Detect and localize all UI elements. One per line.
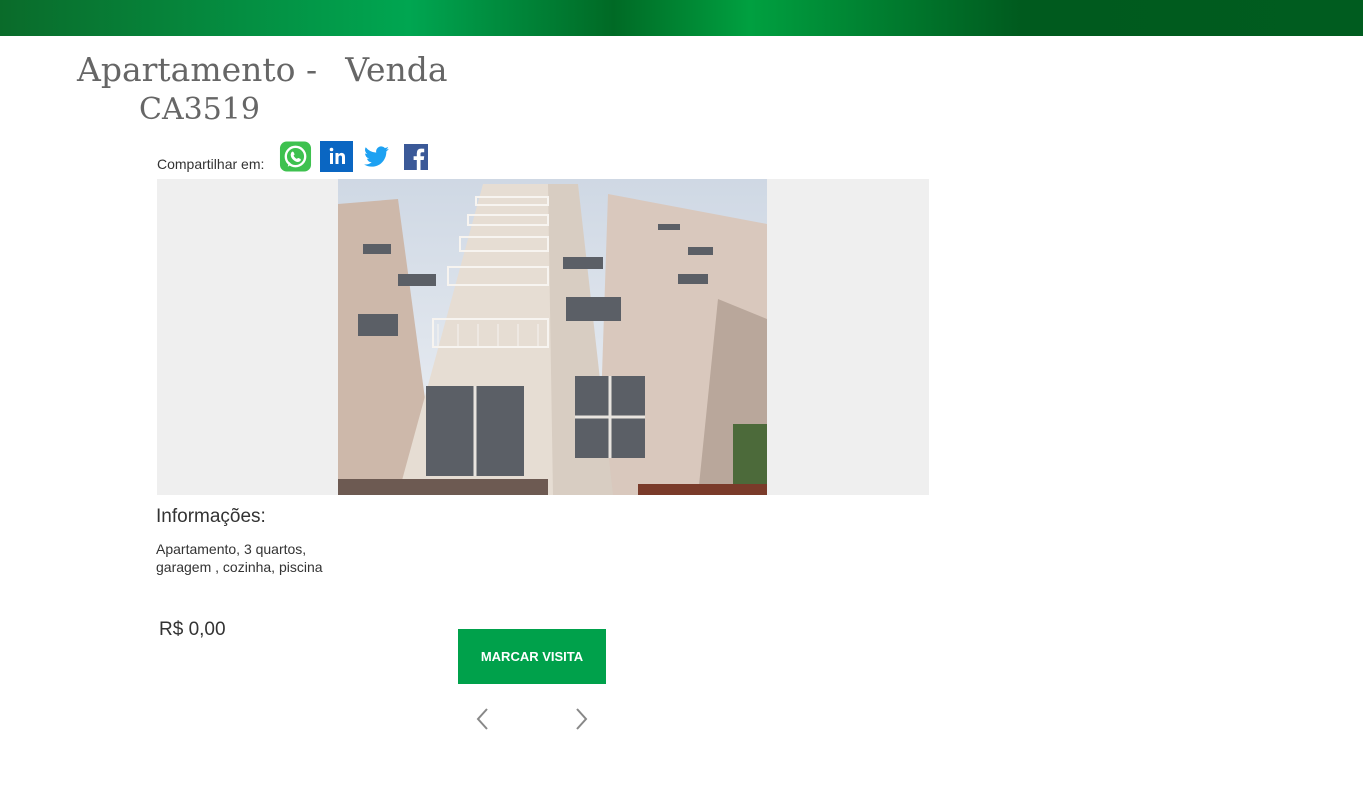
linkedin-icon[interactable] — [320, 141, 353, 172]
transaction-type: Venda — [345, 50, 448, 89]
twitter-icon[interactable] — [364, 141, 390, 172]
info-description: Apartamento, 3 quartos, garagem , cozinh… — [156, 541, 323, 575]
whatsapp-icon[interactable] — [279, 141, 312, 172]
photo-gallery[interactable] — [157, 179, 929, 495]
apartment-building-photo[interactable] — [338, 179, 767, 495]
top-header-bar — [0, 0, 1363, 36]
share-label: Compartilhar em: — [157, 156, 265, 172]
schedule-visit-button[interactable]: MARCAR VISITA — [458, 629, 606, 684]
page-title: Apartamento - Venda — [77, 50, 448, 89]
facebook-icon[interactable] — [404, 141, 428, 172]
property-type: Apartamento - — [77, 50, 318, 89]
info-heading: Informações: — [156, 506, 266, 527]
chevron-right-icon[interactable] — [571, 706, 591, 732]
chevron-left-icon[interactable] — [473, 706, 493, 732]
price: R$ 0,00 — [159, 619, 226, 640]
property-code: CA3519 — [139, 92, 260, 127]
